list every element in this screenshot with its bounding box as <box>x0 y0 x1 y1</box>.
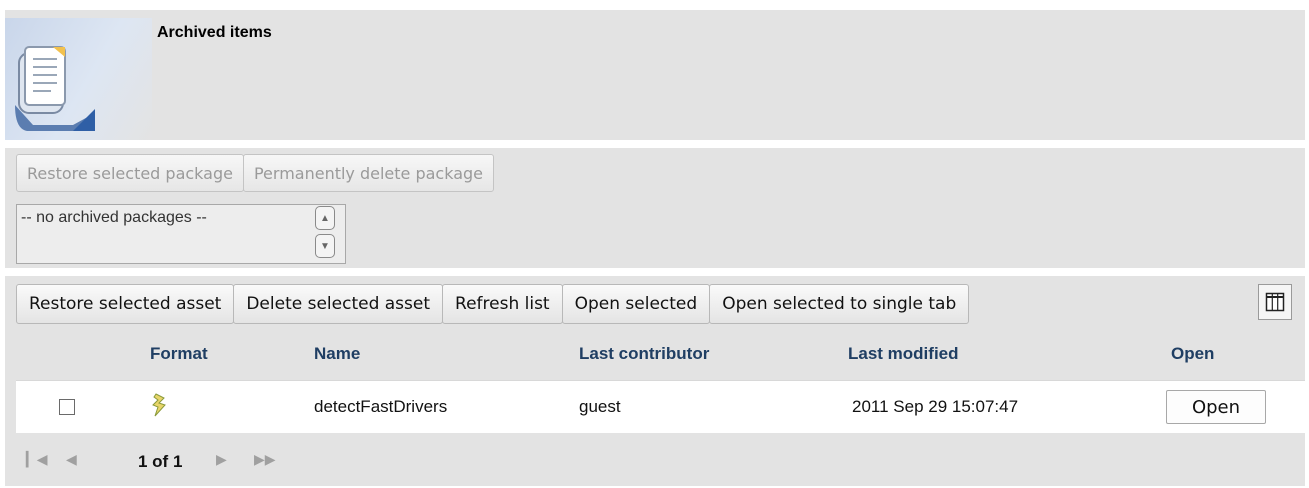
page-indicator: 1 of 1 <box>138 452 183 471</box>
prev-page-icon[interactable]: ◀ <box>66 451 77 468</box>
asset-table-header: Format Name Last contributor Last modifi… <box>16 338 1305 372</box>
table-row[interactable]: detectFastDrivers guest 2011 Sep 29 15:0… <box>16 380 1305 433</box>
column-header-last-modified[interactable]: Last modified <box>848 344 959 364</box>
delete-package-button[interactable]: Permanently delete package <box>242 154 495 192</box>
pager: ▎◀ ◀ 1 of 1 ▶ ▶▶ <box>16 446 416 476</box>
row-select-checkbox[interactable] <box>59 399 75 415</box>
page-title: Archived items <box>157 24 272 41</box>
scroll-down-icon[interactable]: ▼ <box>315 234 335 258</box>
row-name: detectFastDrivers <box>314 397 448 416</box>
column-header-open[interactable]: Open <box>1171 344 1214 364</box>
package-toolbar: Restore selected package Permanently del… <box>16 154 495 192</box>
column-picker-icon[interactable] <box>1258 284 1292 320</box>
archived-packages-list[interactable]: -- no archived packages -- ▲ ▼ <box>16 204 346 264</box>
open-row-button[interactable]: Open <box>1166 390 1266 424</box>
scroll-up-icon[interactable]: ▲ <box>315 206 335 230</box>
archived-items-page: Archived items Restore selected package … <box>0 0 1309 488</box>
asset-toolbar: Restore selected asset Delete selected a… <box>16 284 970 324</box>
row-last-contributor: guest <box>579 397 621 416</box>
refresh-list-button[interactable]: Refresh list <box>442 284 563 324</box>
column-header-name[interactable]: Name <box>314 344 360 364</box>
restore-asset-button[interactable]: Restore selected asset <box>16 284 235 324</box>
column-header-last-contributor[interactable]: Last contributor <box>579 344 709 364</box>
delete-asset-button[interactable]: Delete selected asset <box>233 284 444 324</box>
archive-document-icon <box>5 18 152 140</box>
restore-package-button[interactable]: Restore selected package <box>16 154 244 192</box>
package-list-scrollbar[interactable]: ▲ ▼ <box>315 206 337 262</box>
column-header-format[interactable]: Format <box>150 344 208 364</box>
package-list-value: -- no archived packages -- <box>21 209 207 226</box>
rule-asset-icon <box>150 393 168 422</box>
page-header: Archived items <box>5 10 1305 140</box>
open-selected-button[interactable]: Open selected <box>561 284 711 324</box>
package-panel: Restore selected package Permanently del… <box>5 148 1305 268</box>
next-page-icon[interactable]: ▶ <box>216 451 227 468</box>
first-page-icon[interactable]: ▎◀ <box>26 451 48 468</box>
open-single-tab-button[interactable]: Open selected to single tab <box>709 284 970 324</box>
last-page-icon[interactable]: ▶▶ <box>254 451 276 468</box>
row-last-modified: 2011 Sep 29 15:07:47 <box>852 397 1019 416</box>
asset-panel: Restore selected asset Delete selected a… <box>5 276 1305 486</box>
